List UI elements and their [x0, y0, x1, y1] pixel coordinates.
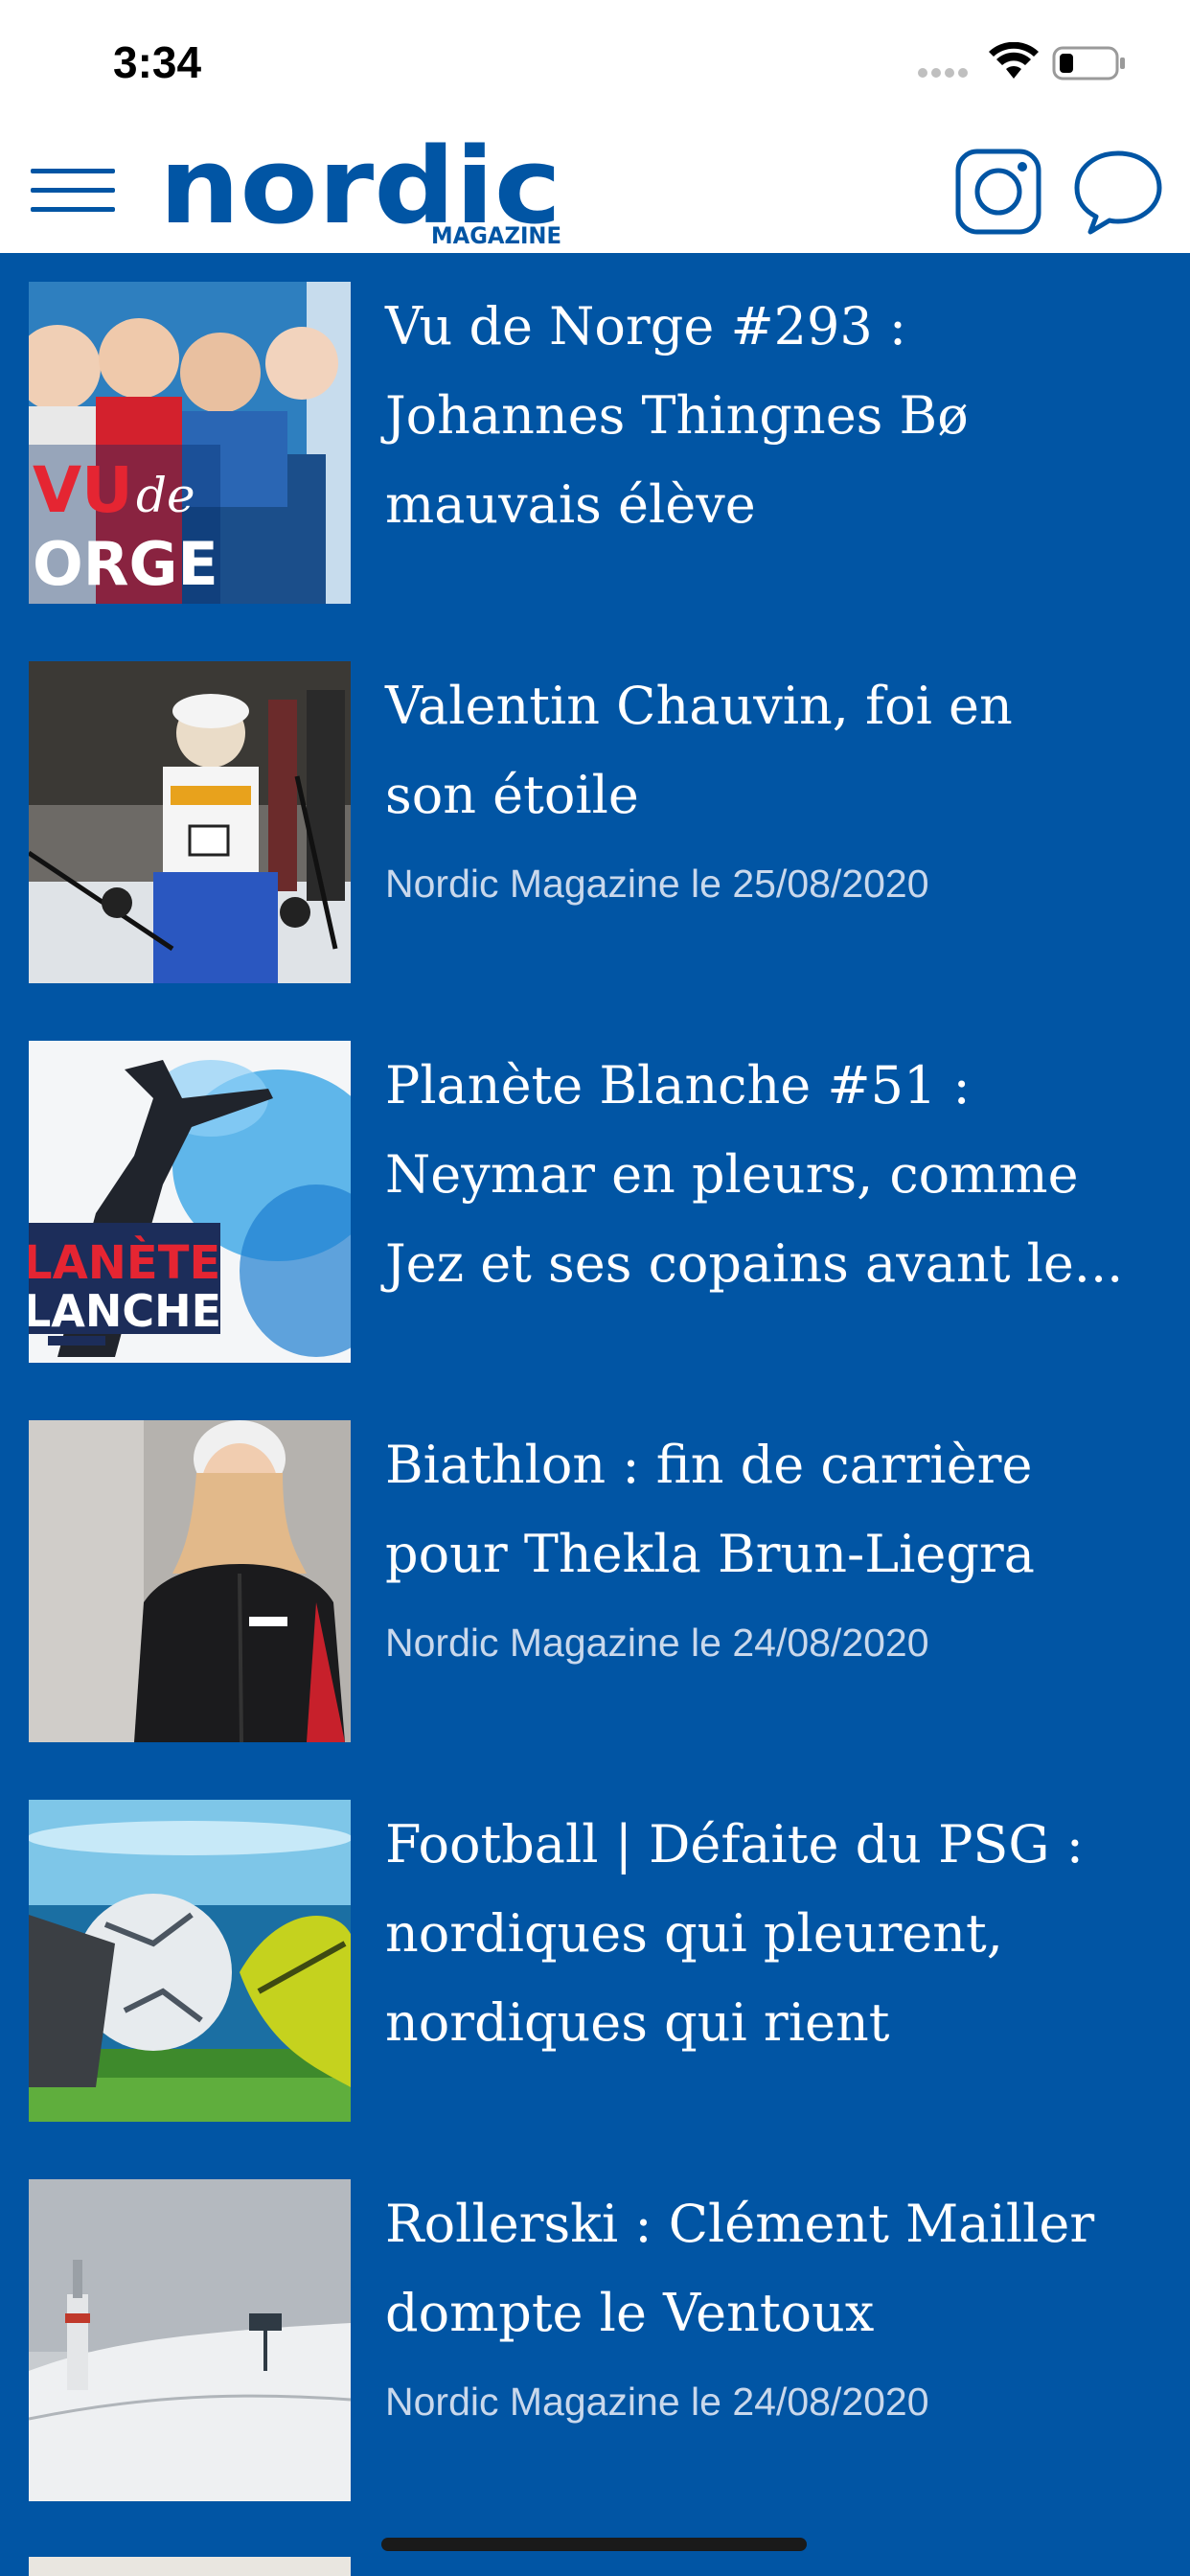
- article-card[interactable]: Valentin Chauvin, foi en son étoile Nord…: [29, 632, 1180, 983]
- title-line: Vu de Norge #293 :: [385, 296, 907, 356]
- article-title: Vu de Norge #293 : Johannes Thingnes Bø …: [385, 282, 1180, 549]
- article-thumbnail: [29, 661, 351, 983]
- title-line: son étoile: [385, 765, 639, 825]
- article-title: Planète Blanche #51 : Neymar en pleurs, …: [385, 1041, 1180, 1308]
- article-title: Biathlon : fin de carrière pour Thekla B…: [385, 1420, 1180, 1688]
- article-card[interactable]: Football | Défaite du PSG : nordiques qu…: [29, 1771, 1180, 2122]
- wifi-icon: [989, 42, 1039, 79]
- status-time: 3:34: [113, 37, 202, 87]
- svg-text:VU: VU: [33, 453, 133, 527]
- article-card[interactable]: VU de ORGE Vu de Norge #293 : Johannes T…: [29, 253, 1180, 604]
- logo-sub-text: MAGAZINE: [431, 222, 561, 247]
- title-line: nordiques qui rient: [385, 1992, 890, 2053]
- title-line: Jez et ses copains avant le...: [385, 1233, 1124, 1294]
- nordic-magazine-logo[interactable]: nordic MAGAZINE: [159, 134, 571, 247]
- svg-text:ORGE: ORGE: [33, 529, 218, 599]
- title-line: Johannes Thingnes Bø: [385, 385, 969, 446]
- article-thumbnail: VU de ORGE: [29, 282, 351, 604]
- svg-text:de: de: [136, 468, 195, 523]
- title-line: Valentin Chauvin, foi en: [385, 676, 1013, 736]
- title-line: Neymar en pleurs, comme: [385, 1144, 1079, 1205]
- title-line: Planète Blanche #51 :: [385, 1055, 971, 1116]
- instagram-icon[interactable]: [954, 148, 1042, 236]
- article-title: Rollerski : Clément Mailler dompte le Ve…: [385, 2179, 1180, 2447]
- article-thumbnail[interactable]: [29, 2557, 351, 2576]
- title-line: dompte le Ventoux: [385, 2283, 875, 2343]
- hamburger-line: [31, 188, 115, 193]
- cellular-signal-icon: [918, 63, 972, 78]
- article-card[interactable]: Biathlon : fin de carrière pour Thekla B…: [29, 1392, 1180, 1742]
- article-meta: Nordic Magazine le 24/08/2020: [385, 1621, 929, 1665]
- title-line: pour Thekla Brun-Liegra: [385, 1524, 1035, 1584]
- home-indicator[interactable]: [381, 2538, 807, 2551]
- article-card[interactable]: LANÈTE LANCHE Planète Blanche #51 : Neym…: [29, 1012, 1180, 1363]
- status-bar: 3:34: [0, 0, 1190, 126]
- title-line: mauvais élève: [385, 474, 756, 535]
- article-meta: Nordic Magazine le 24/08/2020: [385, 2380, 929, 2424]
- battery-icon: [1052, 46, 1125, 80]
- title-line: Football | Défaite du PSG :: [385, 1814, 1084, 1874]
- svg-text:LANÈTE: LANÈTE: [29, 1235, 220, 1290]
- title-line: Biathlon : fin de carrière: [385, 1435, 1033, 1495]
- hamburger-icon: [31, 169, 115, 173]
- article-thumbnail: [29, 2179, 351, 2501]
- article-thumbnail: [29, 1800, 351, 2122]
- article-title: Valentin Chauvin, foi en son étoile Nord…: [385, 661, 1180, 929]
- title-line: nordiques qui pleurent,: [385, 1903, 1003, 1964]
- app-header: nordic MAGAZINE: [0, 126, 1190, 253]
- title-line: Rollerski : Clément Mailler: [385, 2194, 1095, 2254]
- article-thumbnail: LANÈTE LANCHE: [29, 1041, 351, 1363]
- menu-button[interactable]: [31, 161, 115, 220]
- svg-text:LANCHE: LANCHE: [29, 1285, 221, 1337]
- article-meta: Nordic Magazine le 25/08/2020: [385, 862, 929, 906]
- hamburger-line: [31, 207, 115, 212]
- article-card[interactable]: Rollerski : Clément Mailler dompte le Ve…: [29, 2150, 1180, 2501]
- article-thumbnail: [29, 1420, 351, 1742]
- article-title: Football | Défaite du PSG : nordiques qu…: [385, 1800, 1180, 2067]
- chat-bubble-icon[interactable]: [1071, 148, 1165, 236]
